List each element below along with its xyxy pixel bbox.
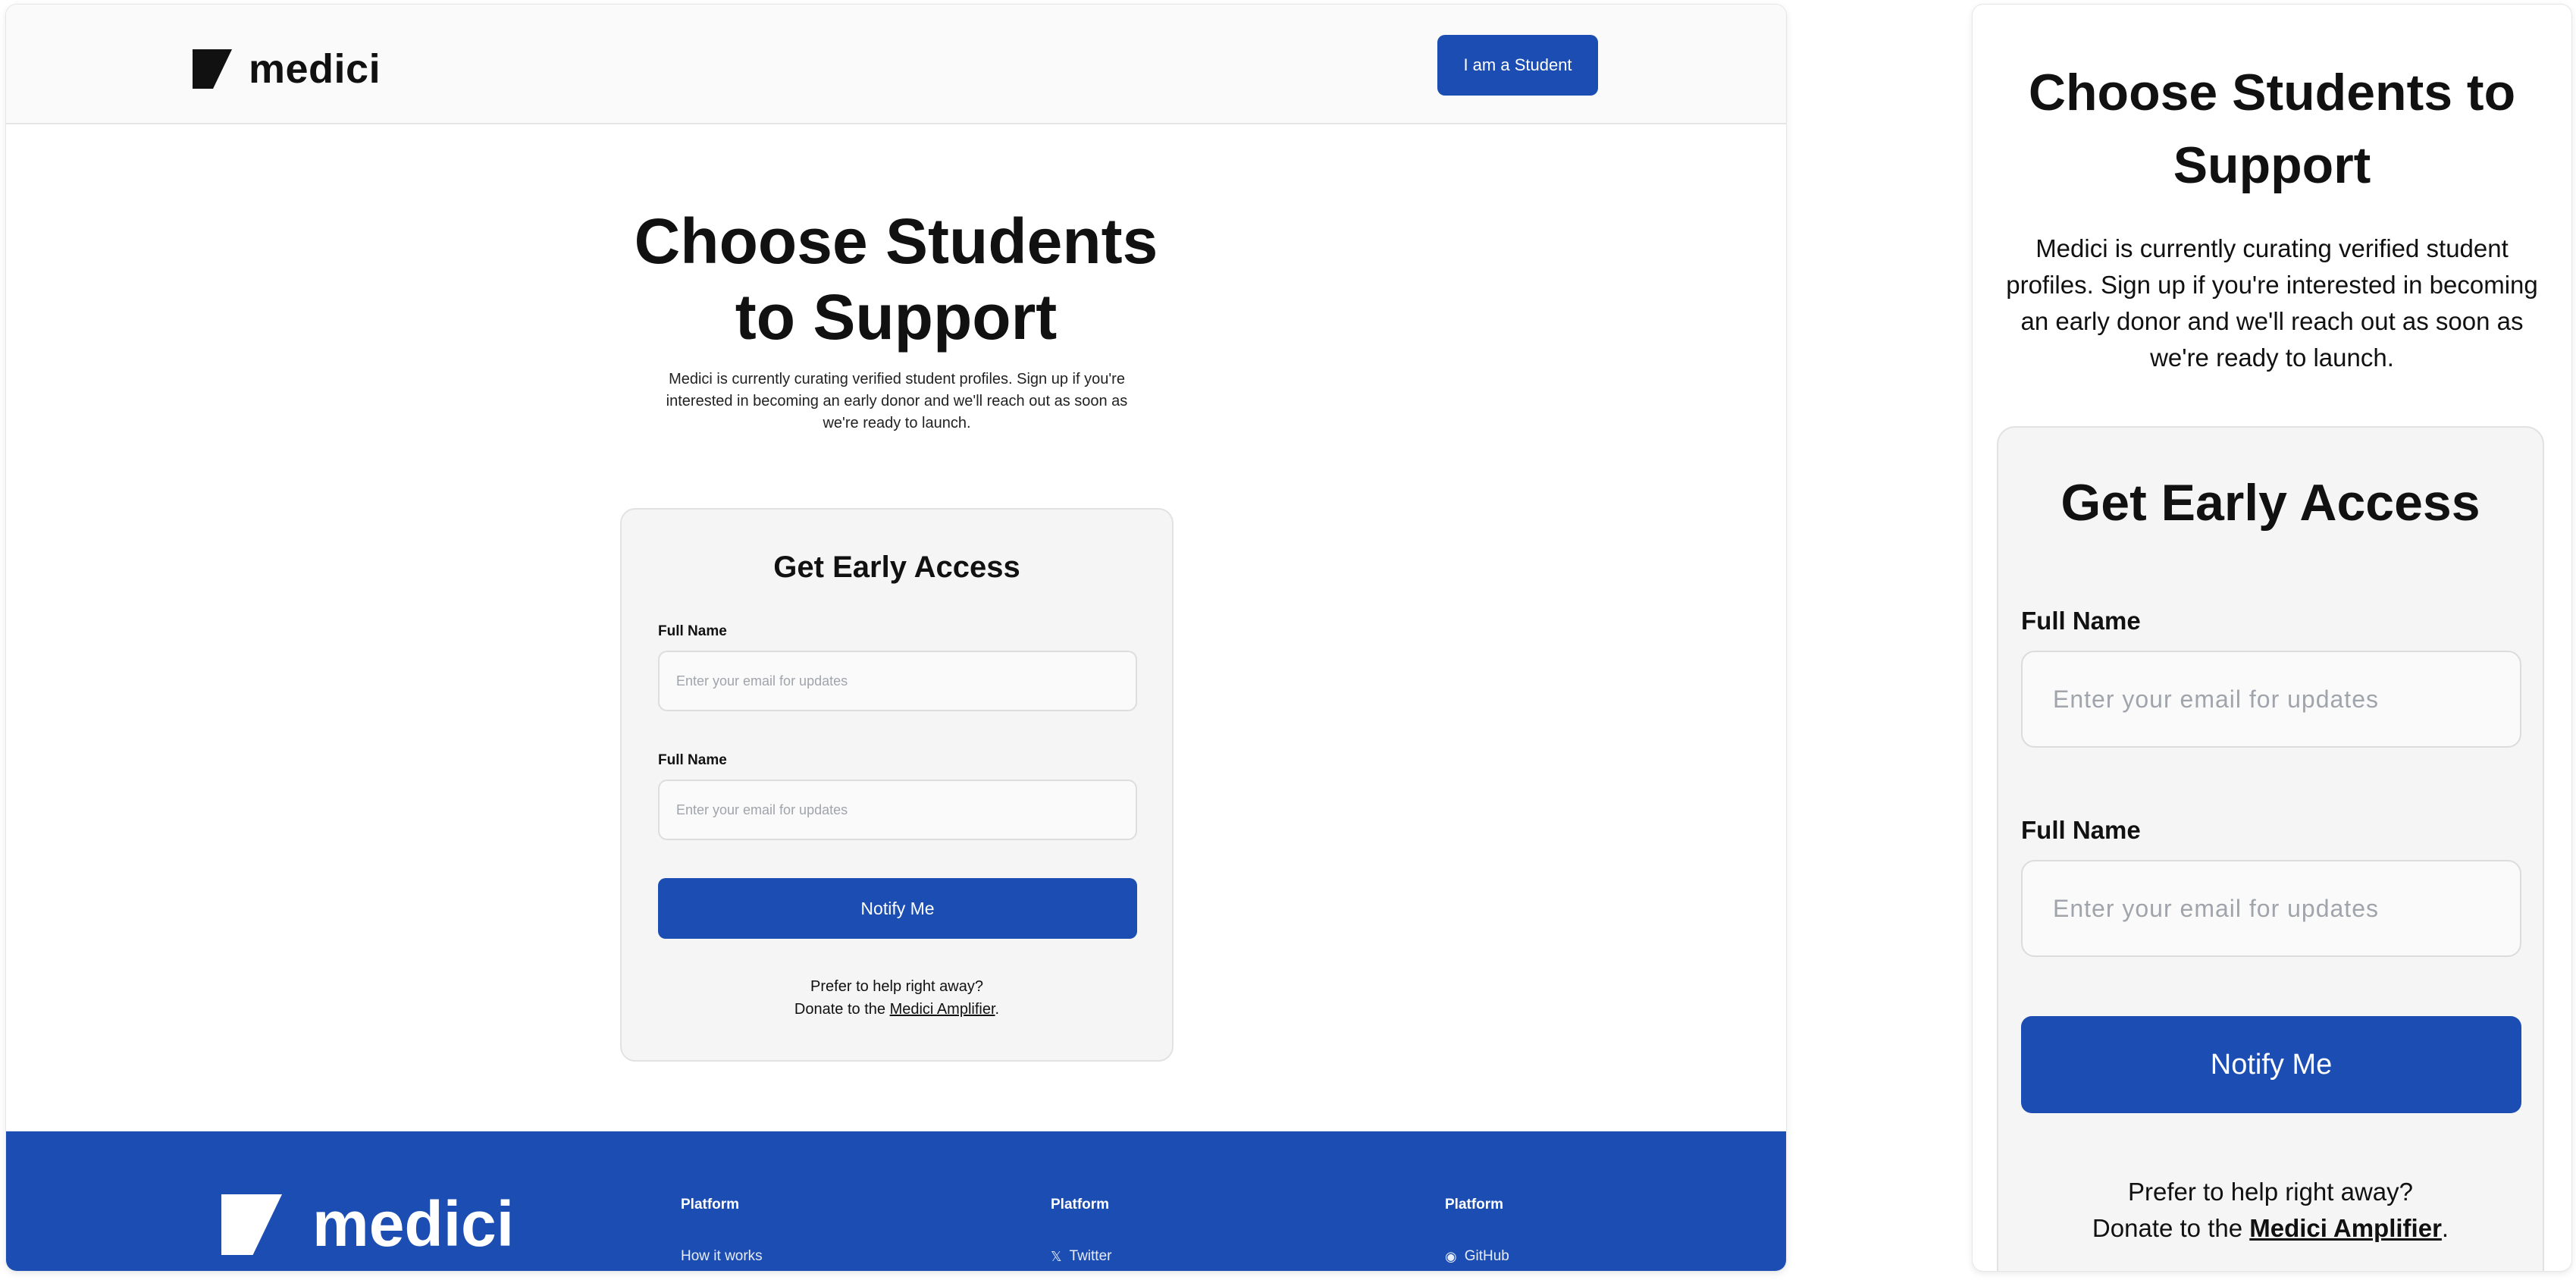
link-label: How it works (681, 1248, 763, 1264)
card-title: Get Early Access (2060, 474, 2480, 532)
footer-brand-logo[interactable]: medici (221, 1187, 514, 1261)
email-field[interactable] (658, 651, 1137, 711)
donate-prompt: Prefer to help right away? Donate to the… (1998, 1174, 2543, 1247)
x-logo-icon: 𝕏 (1051, 1248, 1062, 1264)
help-line: Prefer to help right away? (810, 978, 983, 995)
github-link[interactable]: ◉ GitHub (1445, 1248, 1509, 1265)
medici-logo-icon (221, 1194, 282, 1255)
site-header: medici I am a Student (6, 5, 1786, 124)
brand-name: medici (249, 46, 381, 92)
help-prefix: Donate to the (2092, 1214, 2250, 1242)
footer-heading: Platform (681, 1197, 740, 1213)
card-title: Get Early Access (773, 551, 1020, 584)
link-label: Twitter (1069, 1248, 1112, 1264)
help-suffix: . (995, 1001, 1000, 1018)
how-it-works-link[interactable]: How it works (681, 1248, 763, 1265)
mobile-page-title: Choose Students to Support (1973, 56, 2571, 202)
footer-column: Platform How it works (681, 1197, 763, 1264)
github-icon: ◉ (1445, 1248, 1457, 1264)
page-title: Choose Students to Support (6, 203, 1786, 355)
email-field[interactable] (2021, 651, 2521, 748)
help-prefix: Donate to the (794, 1001, 890, 1018)
title-line-2: Support (2173, 136, 2371, 194)
title-line-2: to Support (735, 281, 1058, 353)
title-line-1: Choose Students (634, 205, 1158, 277)
field-label: Full Name (658, 623, 727, 639)
help-suffix: . (2441, 1214, 2449, 1242)
email-field[interactable] (658, 780, 1137, 840)
footer-brand-name: medici (312, 1188, 515, 1260)
help-line: Prefer to help right away? (2127, 1178, 2414, 1206)
mobile-frame: Choose Students to Support Medici is cur… (1973, 5, 2571, 1271)
medici-amplifier-link[interactable]: Medici Amplifier (890, 1001, 995, 1018)
mobile-hero-subtitle: Medici is currently curating verified st… (2006, 234, 2538, 372)
medici-logo-icon (193, 49, 232, 89)
early-access-card: Get Early Access Full Name Full Name Not… (620, 508, 1174, 1062)
footer-column: Platform ◉ GitHub (1445, 1197, 1509, 1264)
i-am-a-student-button[interactable]: I am a Student (1437, 35, 1598, 96)
footer-heading: Platform (1445, 1197, 1504, 1213)
hero-subtitle: Medici is currently curating verified st… (666, 371, 1128, 431)
footer-column: Platform 𝕏 Twitter (1051, 1197, 1111, 1264)
title-line-1: Choose Students to (2028, 64, 2516, 121)
notify-me-button[interactable]: Notify Me (2021, 1016, 2521, 1113)
site-footer: medici Platform How it works Platform 𝕏T… (6, 1131, 1786, 1271)
donate-prompt: Prefer to help right away? Donate to the… (622, 975, 1172, 1021)
medici-amplifier-link[interactable]: Medici Amplifier (2249, 1214, 2442, 1242)
notify-me-button[interactable]: Notify Me (658, 878, 1137, 939)
field-label: Full Name (658, 752, 727, 768)
footer-heading: Platform (1051, 1197, 1110, 1213)
field-label: Full Name (2021, 607, 2141, 635)
twitter-link[interactable]: 𝕏 Twitter (1051, 1248, 1111, 1265)
email-field[interactable] (2021, 860, 2521, 957)
mobile-early-access-card: Get Early Access Full Name Full Name Not… (1997, 426, 2544, 1271)
brand-logo[interactable]: medici (193, 45, 381, 93)
field-label: Full Name (2021, 816, 2141, 844)
desktop-frame: medici I am a Student Choose Students to… (6, 5, 1786, 1271)
link-label: GitHub (1464, 1248, 1509, 1264)
